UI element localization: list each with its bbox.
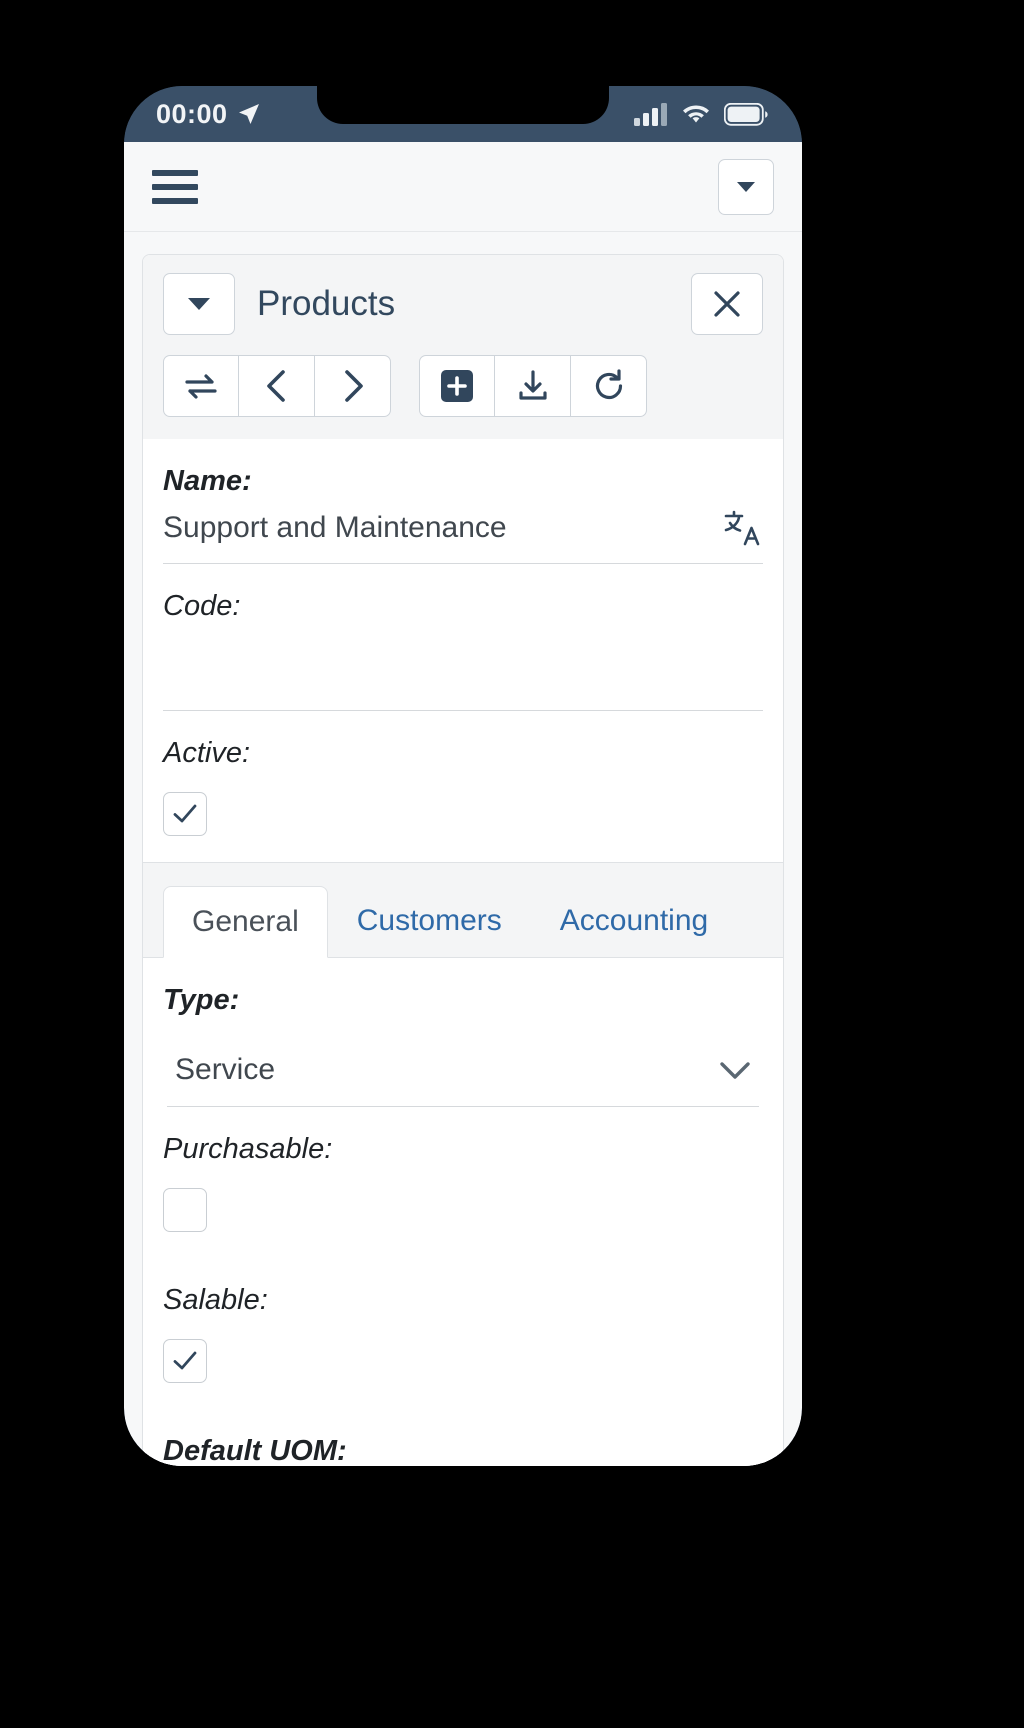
cellular-signal-icon [634,102,668,126]
name-input[interactable]: Support and Maintenance [163,511,507,545]
download-save-icon [517,369,549,403]
card-title-row: Products [163,273,763,335]
purchasable-checkbox[interactable] [163,1188,207,1232]
type-select-value: Service [175,1052,276,1086]
field-active-label: Active: [163,737,251,769]
field-salable-label: Salable: [163,1284,268,1316]
translate-icon[interactable] [723,508,763,548]
salable-checkbox[interactable] [163,1339,207,1383]
previous-record-button[interactable] [239,355,315,417]
field-purchasable: Purchasable: [143,1107,783,1232]
status-time: 00:00 [156,98,228,129]
save-record-button[interactable] [495,355,571,417]
type-select[interactable]: Service [167,1039,759,1107]
record-toolbar [163,335,763,439]
field-name: Name: Support and Maintenance [143,439,783,564]
field-code-label: Code: [163,590,241,622]
field-code-input-row[interactable] [163,645,763,711]
app-top-bar [124,142,802,232]
wifi-icon [680,102,712,126]
chevron-right-icon [338,369,368,403]
record-card: Products Name: Support and Maintenance C… [142,254,784,1466]
new-record-button[interactable] [419,355,495,417]
field-code: Code: [143,564,783,711]
battery-icon [724,102,768,126]
phone-screen: 00:00 Products Name: Support and Mainten… [124,86,802,1466]
hamburger-menu-icon[interactable] [152,169,198,204]
chevron-down-icon [188,298,210,310]
tab-pane-general: Type: Service Purchasable: Salable: Defa… [143,958,783,1466]
active-checkbox[interactable] [163,792,207,836]
user-menu-button[interactable] [718,158,774,215]
chevron-down-icon [737,181,755,192]
field-type: Type: Service [143,958,783,1107]
device-notch [317,86,609,124]
tab-customers[interactable]: Customers [328,885,531,957]
record-form: Name: Support and Maintenance Code: Acti… [143,439,783,1466]
chevron-down-icon [719,1059,751,1081]
field-default-uom-label: Default UOM: [163,1435,347,1466]
field-name-label: Name: [163,465,252,497]
field-purchasable-label: Purchasable: [163,1133,333,1165]
status-time-group: 00:00 [156,99,261,130]
field-default-uom: Default UOM: [143,1409,783,1466]
page-title: Products [257,284,396,323]
field-name-input-row[interactable]: Support and Maintenance [163,498,763,564]
refresh-icon [592,369,626,403]
view-switch-button[interactable] [163,273,235,335]
form-tabs: General Customers Accounting [143,863,783,958]
app-viewport: Products Name: Support and Maintenance C… [124,142,802,1466]
close-tab-button[interactable] [691,273,763,335]
tab-general[interactable]: General [163,886,328,958]
field-salable: Salable: [143,1258,783,1383]
exchange-arrows-icon [183,371,219,401]
switch-view-button[interactable] [163,355,239,417]
action-button-group [419,355,647,417]
reload-record-button[interactable] [571,355,647,417]
checkmark-icon [170,1346,200,1376]
phone-frame: 00:00 Products Name: Support and Mainten… [124,86,802,1466]
next-record-button[interactable] [315,355,391,417]
close-icon [712,289,742,319]
location-arrow-icon [237,102,261,126]
tab-accounting[interactable]: Accounting [531,885,737,957]
card-title-left: Products [163,273,395,335]
status-indicators [634,102,768,126]
card-header: Products [143,255,783,439]
field-active: Active: [143,711,783,863]
navigation-button-group [163,355,391,417]
field-type-label: Type: [163,984,240,1016]
chevron-left-icon [262,369,292,403]
checkmark-icon [170,799,200,829]
plus-square-filled-icon [440,369,474,403]
